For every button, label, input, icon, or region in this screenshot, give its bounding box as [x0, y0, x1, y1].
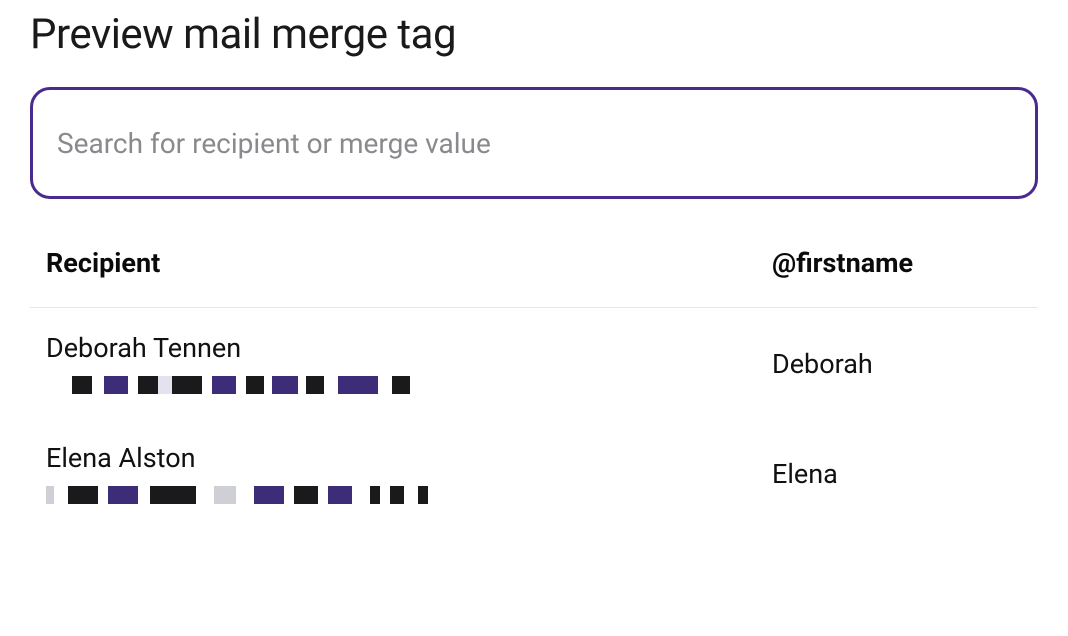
merge-value-cell: Elena [772, 458, 1022, 490]
table-header-row: Recipient @firstname [30, 247, 1038, 308]
search-input[interactable] [30, 87, 1038, 199]
merge-value: Deborah [772, 348, 873, 380]
recipient-cell: Deborah Tennen [46, 332, 772, 396]
table-row[interactable]: Elena Alston [30, 418, 1038, 528]
merge-preview-table: Recipient @firstname Deborah Tennen [30, 247, 1038, 528]
search-wrapper [30, 87, 1038, 199]
recipient-email-redacted [46, 374, 772, 396]
merge-value-cell: Deborah [772, 348, 1022, 380]
recipient-cell: Elena Alston [46, 442, 772, 506]
page-title: Preview mail merge tag [30, 10, 1038, 59]
column-header-recipient: Recipient [46, 247, 160, 279]
table-row[interactable]: Deborah Tennen [30, 308, 1038, 418]
recipient-email-redacted [46, 484, 772, 506]
recipient-name: Deborah Tennen [46, 332, 772, 364]
column-header-merge-tag: @firstname [772, 247, 913, 279]
merge-value: Elena [772, 458, 838, 490]
recipient-name: Elena Alston [46, 442, 772, 474]
